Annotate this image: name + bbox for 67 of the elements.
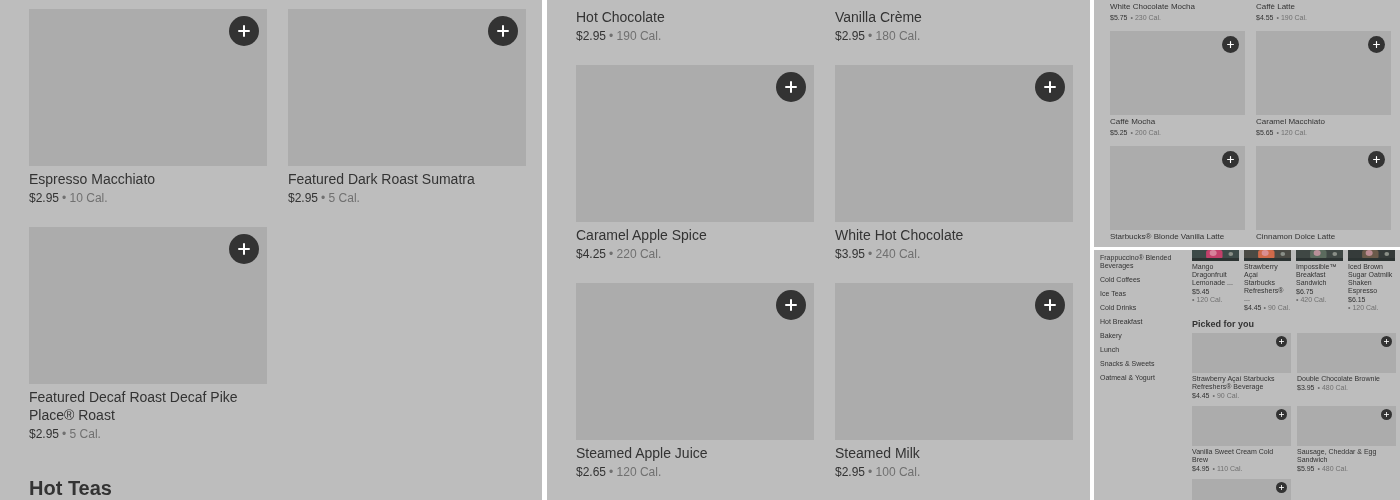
item-name: Starbucks® Blonde Vanilla Latte [1110,232,1226,242]
item-price: $4.25 [576,246,607,262]
add-button[interactable] [1035,72,1065,102]
add-button[interactable] [1035,290,1065,320]
item-calories: • 5 Cal. [321,190,360,206]
item-calories: • 220 Cal. [609,246,662,262]
add-button[interactable] [488,16,518,46]
section-heading: Hot Teas [28,476,113,500]
plus-icon [1384,339,1389,344]
item-name: Cinnamon Dolce Latte [1256,232,1337,242]
add-button[interactable] [1368,151,1385,168]
item-price: $2.95 [835,28,866,44]
item-calories: • 5 Cal. [62,426,101,442]
plus-icon [1373,156,1380,163]
plus-icon [785,299,797,311]
section-heading: Picked for you [1192,319,1255,330]
item-name: Steamed Milk [835,444,921,462]
item-calories: • 10 Cal. [62,190,108,206]
item-name: Caramel Apple Spice [576,226,708,244]
item-name: Featured Decaf Roast Decaf Pike Place® Roast [29,388,239,424]
add-button[interactable] [776,290,806,320]
add-button[interactable] [1381,336,1392,347]
item-name: Hot Chocolate [576,8,666,26]
add-button[interactable] [1276,409,1287,420]
item-name: Steamed Apple Juice [576,444,709,462]
add-button[interactable] [1222,36,1239,53]
add-button[interactable] [1381,409,1392,420]
item-price: $2.95 [29,426,60,442]
item-name: White Chocolate Mocha [1110,2,1196,12]
plus-icon [1044,299,1056,311]
item-calories: • 240 Cal. [868,246,921,262]
item-calories: • 190 Cal. [609,28,662,44]
add-button[interactable] [1368,36,1385,53]
item-price: $3.95 [835,246,866,262]
plus-icon [1279,339,1284,344]
plus-icon [238,25,250,37]
add-button[interactable] [1276,482,1287,493]
plus-icon [1227,156,1234,163]
add-button[interactable] [229,234,259,264]
plus-icon [1279,412,1284,417]
add-button[interactable] [1276,336,1287,347]
item-price: $2.95 [835,464,866,480]
item-price: $2.95 [29,190,60,206]
plus-icon [1373,41,1380,48]
item-name: Caffè Latte [1256,2,1296,12]
plus-icon [497,25,509,37]
item-name: Caffè Mocha [1110,117,1157,127]
add-button[interactable] [1222,151,1239,168]
item-name: Featured Dark Roast Sumatra [288,170,476,188]
item-calories: • 120 Cal. [609,464,662,480]
plus-icon [238,243,250,255]
plus-icon [1044,81,1056,93]
plus-icon [1384,412,1389,417]
plus-icon [1279,485,1284,490]
item-name: White Hot Chocolate [835,226,965,244]
item-name: Espresso Macchiato [29,170,157,188]
add-button[interactable] [776,72,806,102]
plus-icon [1227,41,1234,48]
item-price: $2.65 [576,464,607,480]
item-price: $2.95 [288,190,319,206]
add-button[interactable] [229,16,259,46]
item-name: Vanilla Crème [835,8,923,26]
item-price: $2.95 [576,28,607,44]
plus-icon [785,81,797,93]
item-calories: • 180 Cal. [868,28,921,44]
item-calories: • 100 Cal. [868,464,921,480]
item-name: Caramel Macchiato [1256,117,1326,127]
